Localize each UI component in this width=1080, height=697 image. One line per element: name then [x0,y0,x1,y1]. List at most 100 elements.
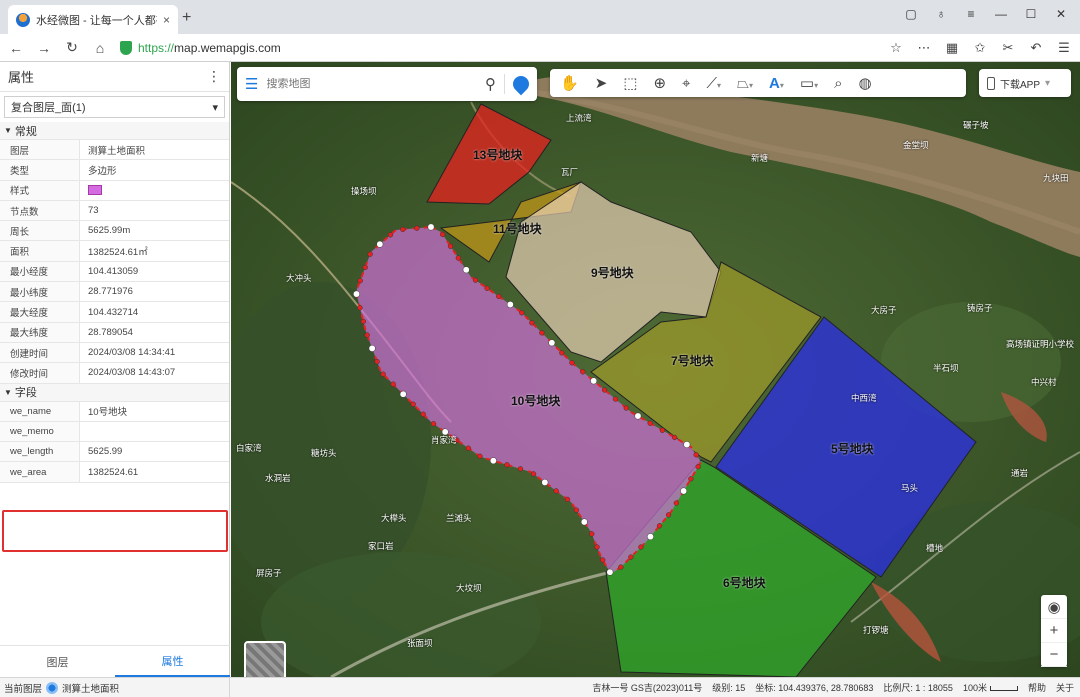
vertex-handle[interactable] [594,544,600,550]
vertex-handle[interactable] [357,305,363,311]
tab-layers[interactable]: 图层 [0,646,115,677]
vertex-handle[interactable] [440,231,446,238]
vertex-handle[interactable] [517,466,524,472]
more-dots-icon[interactable]: ⋯ [916,40,932,56]
help-link[interactable]: 帮助 [1028,681,1046,694]
list-menu-icon[interactable]: ☰ [245,75,258,93]
vertex-handle[interactable] [477,453,483,459]
vertex-handle[interactable] [380,371,386,377]
style-swatch-icon[interactable] [88,185,102,196]
vertex-handle[interactable] [387,232,394,238]
scissors-icon[interactable]: ✂ [1000,40,1016,56]
marker-icon[interactable]: ⌖ [682,75,690,92]
vertex-handle[interactable] [441,428,449,436]
vertex-handle[interactable] [553,488,559,494]
vertex-handle[interactable] [695,464,701,470]
vertex-handle[interactable] [589,531,595,537]
url-field[interactable]: https://map.wemapgis.com [120,37,876,59]
vertex-handle[interactable] [647,420,653,426]
vertex-handle[interactable] [606,568,614,576]
zoom-out-button[interactable]: − [1041,643,1067,667]
vertex-handle[interactable] [683,441,691,449]
vertex-handle[interactable] [646,533,654,541]
polygon-icon[interactable]: ⏢▾ [737,75,753,92]
ruler-icon[interactable]: ▭▾ [800,74,818,92]
vertex-handle[interactable] [465,445,472,451]
locate-icon[interactable]: ◉ [1041,595,1067,619]
vertex-handle[interactable] [559,350,565,356]
vertex-handle[interactable] [360,318,367,325]
zoom-in-button[interactable]: + [1041,619,1067,643]
tab-attributes[interactable]: 属性 [115,646,230,677]
globe-icon[interactable]: ◍ [859,74,872,92]
vertex-handle[interactable] [612,396,619,402]
hamburger-menu-icon[interactable]: ☰ [1056,40,1072,56]
vertex-handle[interactable] [580,518,588,526]
zoom-search-icon[interactable]: ⊕ [653,74,666,92]
vertex-handle[interactable] [564,496,571,503]
reload-icon[interactable]: ↻ [64,39,80,56]
vertex-handle[interactable] [665,512,672,518]
kebab-menu-icon[interactable]: ⋮ [207,68,221,85]
vertex-handle[interactable] [506,301,514,308]
skin-icon[interactable]: ♁ [928,4,954,24]
vertex-handle[interactable] [519,310,525,316]
vertex-handle[interactable] [410,401,416,407]
vertex-handle[interactable] [580,369,586,375]
tab-close-icon[interactable]: × [163,13,170,27]
vertex-handle[interactable] [671,434,678,441]
forward-arrow-icon[interactable]: → [36,40,52,56]
vertex-handle[interactable] [353,290,360,298]
vertex-handle[interactable] [399,390,407,398]
vertex-handle[interactable] [680,487,688,495]
vertex-handle[interactable] [628,554,634,560]
polyline-icon[interactable]: ⟋▾ [706,75,721,92]
tab-count-icon[interactable]: ▢ [898,4,924,24]
browser-tab[interactable]: 水经微图 - 让每一个人都有自 × [8,5,178,34]
vertex-handle[interactable] [455,255,462,261]
apps-grid-icon[interactable]: ▦ [944,40,960,56]
layer-dropdown[interactable]: 复合图层_面(1) ▾ [4,96,225,118]
box-select-icon[interactable]: ⬚ [623,74,637,92]
section-fields[interactable]: ▼ 字段 [0,383,229,402]
search-input[interactable] [266,78,477,90]
pan-hand-icon[interactable]: ✋ [560,74,579,92]
menu-icon[interactable]: ≡ [958,4,984,24]
section-general[interactable]: ▼ 常规 [0,122,229,140]
vertex-handle[interactable] [688,476,694,482]
new-tab-button[interactable]: + [182,9,191,27]
vertex-handle[interactable] [541,478,549,486]
vertex-handle[interactable] [638,544,644,550]
vertex-handle[interactable] [548,339,556,347]
minimize-button[interactable]: — [988,4,1014,24]
vertex-handle[interactable] [430,421,437,427]
vertex-handle[interactable] [462,266,470,274]
vertex-handle[interactable] [618,564,624,570]
vertex-handle[interactable] [590,377,598,385]
vertex-handle[interactable] [504,462,510,468]
map-canvas[interactable]: 13号地块 11号地块 9号地块 10号地块 7号地块 5号地块 6号地块 操场坝 大冲头 瓦厂… [231,62,1080,677]
window-close-button[interactable]: ✕ [1048,4,1074,24]
vertex-handle[interactable] [634,412,642,420]
download-app-button[interactable]: 下载APP ▾ [979,69,1071,97]
vertex-handle[interactable] [673,500,679,506]
star-icon[interactable]: ☆ [888,40,904,56]
vertex-handle[interactable] [414,225,420,231]
about-link[interactable]: 关于 [1056,681,1074,694]
vertex-handle[interactable] [400,226,406,233]
undo-icon[interactable]: ↶ [1028,40,1044,56]
vertex-handle[interactable] [364,332,370,338]
maximize-button[interactable]: ☐ [1018,4,1044,24]
back-arrow-icon[interactable]: ← [8,40,24,56]
vertex-handle[interactable] [447,243,454,249]
vertex-handle[interactable] [569,360,575,366]
vertex-handle[interactable] [656,523,663,529]
search-icon[interactable]: ⚲ [485,75,496,93]
vertex-handle[interactable] [368,344,376,352]
vertex-handle[interactable] [472,277,479,283]
text-icon[interactable]: A▾ [769,75,784,92]
vertex-handle[interactable] [427,223,435,231]
vertex-handle[interactable] [530,471,537,477]
vertex-handle[interactable] [573,507,580,513]
vertex-handle[interactable] [529,320,535,326]
